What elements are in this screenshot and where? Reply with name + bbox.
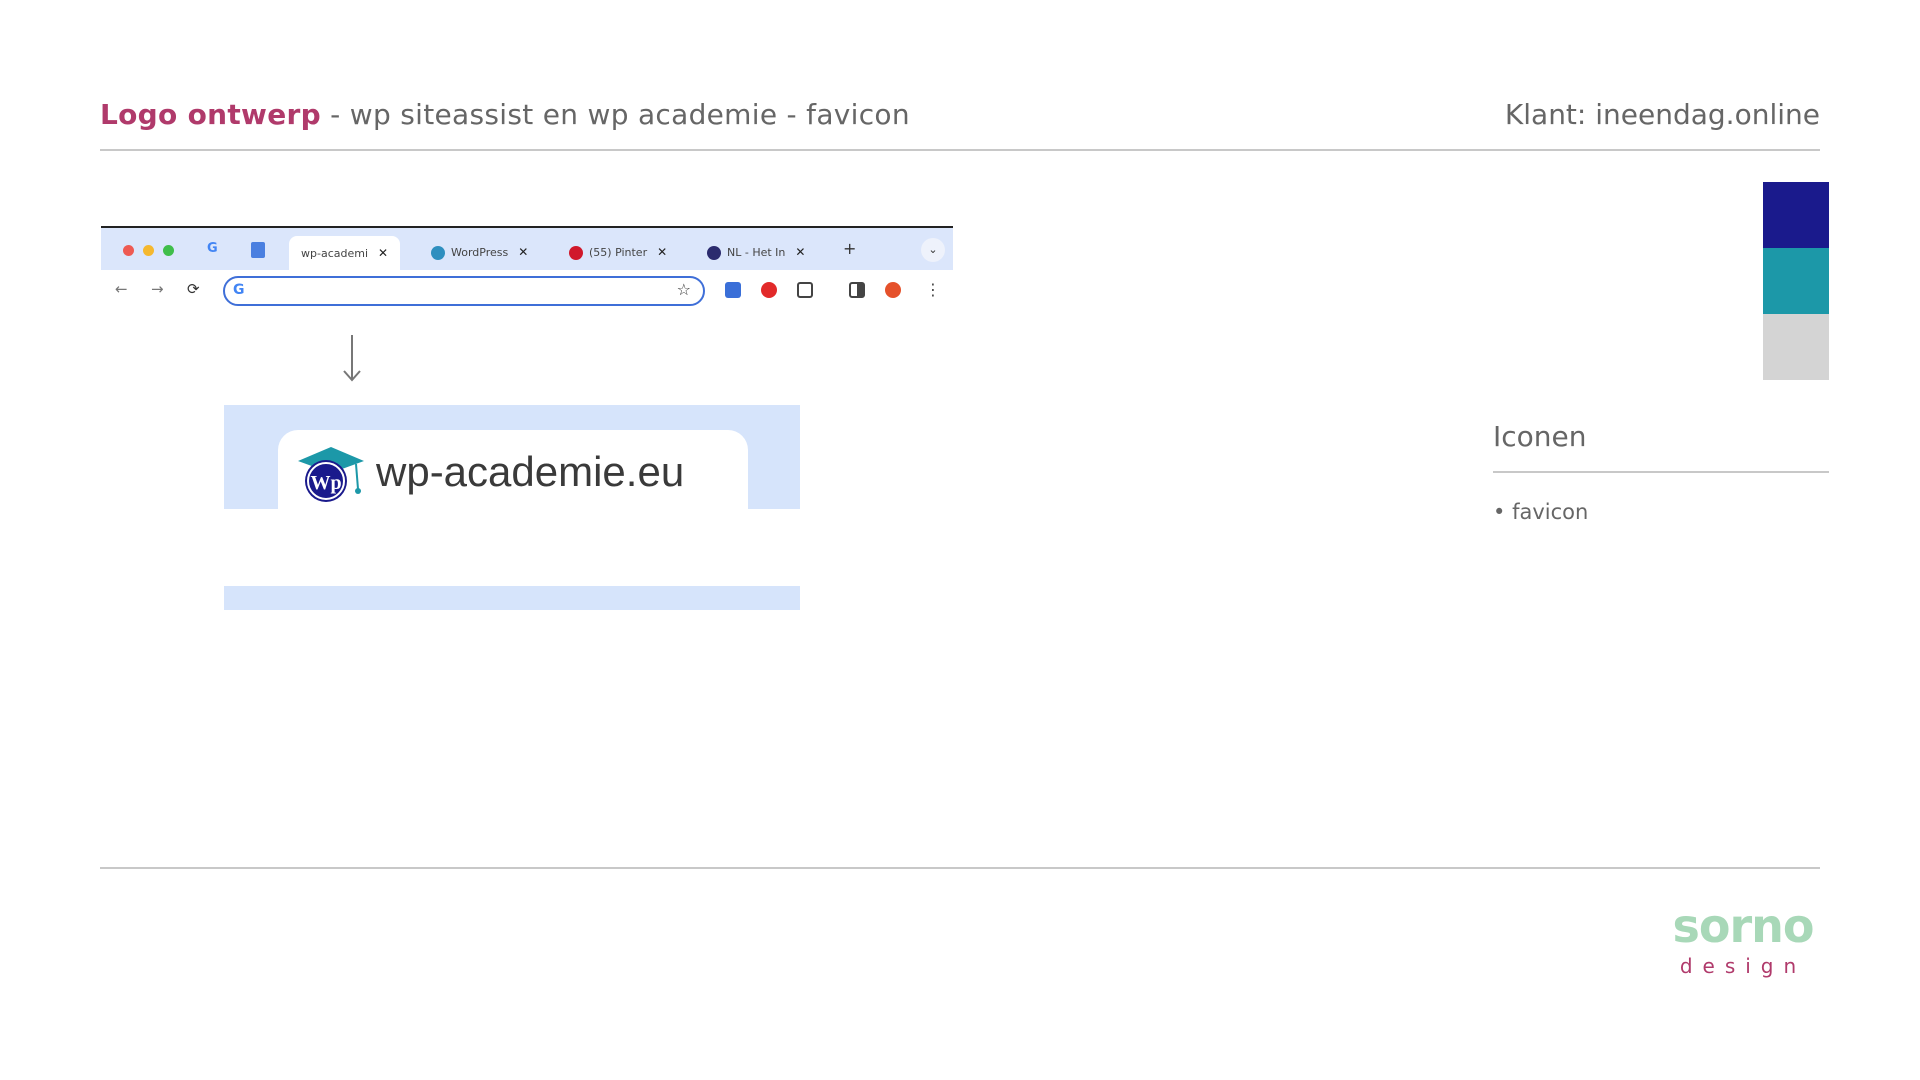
new-tab-button[interactable]: + <box>843 239 856 258</box>
tab-pinterest[interactable]: (55) Pinter ✕ <box>569 238 667 266</box>
menu-dots-icon[interactable]: ⋮ <box>925 280 941 299</box>
google-search-icon: G <box>233 282 245 298</box>
tab-label: WordPress <box>451 246 509 259</box>
tab-search-chevron-down-icon[interactable]: ⌄ <box>921 238 945 262</box>
color-swatch-teal <box>1763 248 1829 314</box>
bookmark-star-icon[interactable]: ☆ <box>677 280 691 299</box>
title-accent: Logo ontwerp <box>100 98 321 131</box>
header: Logo ontwerp - wp siteassist en wp acade… <box>100 98 1820 138</box>
minimize-dot-icon[interactable] <box>143 245 154 256</box>
color-swatch-navy <box>1763 182 1829 248</box>
side-panel-icon[interactable] <box>849 282 865 298</box>
reload-button[interactable]: ⟳ <box>187 280 200 298</box>
down-arrow-icon <box>343 335 361 382</box>
tab-bar: G wp-academi ✕ WordPress ✕ (55) Pinter ✕ NL… <box>101 226 953 272</box>
tab-wp-academie[interactable]: wp-academi ✕ <box>289 236 401 272</box>
list-item: favicon <box>1493 500 1588 524</box>
pinterest-icon <box>569 246 583 260</box>
icons-section-title: Iconen <box>1493 420 1587 453</box>
wordpress-icon <box>431 246 445 260</box>
google-pinned-tab-icon[interactable]: G <box>207 241 218 256</box>
browser-mockup: G wp-academi ✕ WordPress ✕ (55) Pinter ✕ NL… <box>101 226 953 312</box>
brand-name: sorno <box>1672 900 1813 953</box>
tab-wordpress[interactable]: WordPress ✕ <box>431 238 528 266</box>
address-bar[interactable]: G ☆ <box>223 276 705 306</box>
brand-sub: design <box>1680 954 1806 978</box>
tab-label: (55) Pinter <box>589 246 648 259</box>
extensions-puzzle-icon[interactable] <box>797 282 813 298</box>
graduation-cap-logo-icon: Wp <box>298 447 364 502</box>
close-dot-icon[interactable] <box>123 245 134 256</box>
tab-label: wp-academi <box>301 247 368 260</box>
record-extension-icon[interactable] <box>761 282 777 298</box>
favicon-domain-text: wp-academie.eu <box>376 448 685 495</box>
icons-list: favicon <box>1493 500 1588 524</box>
tab-close-icon[interactable]: ✕ <box>657 245 667 259</box>
tab-close-icon[interactable]: ✕ <box>795 245 805 259</box>
tab-close-icon[interactable]: ✕ <box>378 246 388 260</box>
maximize-dot-icon[interactable] <box>163 245 174 256</box>
logo-monogram: Wp <box>310 472 341 494</box>
tab-nl-site[interactable]: NL - Het In ✕ <box>707 238 805 266</box>
calendar-extension-icon[interactable] <box>725 282 741 298</box>
forward-button[interactable]: → <box>151 280 164 298</box>
icons-divider <box>1493 471 1829 473</box>
sorno-design-logo: sorno design <box>1672 900 1814 978</box>
profile-avatar-icon[interactable] <box>885 282 901 298</box>
footer-divider <box>100 867 1820 869</box>
site-icon <box>707 246 721 260</box>
back-button[interactable]: ← <box>115 280 128 298</box>
toolbar: ← → ⟳ G ☆ ⋮ <box>101 270 953 312</box>
header-divider <box>100 149 1820 151</box>
page-title: Logo ontwerp - wp siteassist en wp acade… <box>100 98 910 131</box>
favicon-preview-strip <box>224 586 800 610</box>
docs-pinned-tab-icon[interactable] <box>251 242 265 258</box>
tab-close-icon[interactable]: ✕ <box>518 245 528 259</box>
client-label: Klant: ineendag.online <box>1504 98 1820 131</box>
tab-label: NL - Het In <box>727 246 786 259</box>
title-rest: - wp siteassist en wp academie - favicon <box>320 98 910 131</box>
color-swatch-grey <box>1763 314 1829 380</box>
